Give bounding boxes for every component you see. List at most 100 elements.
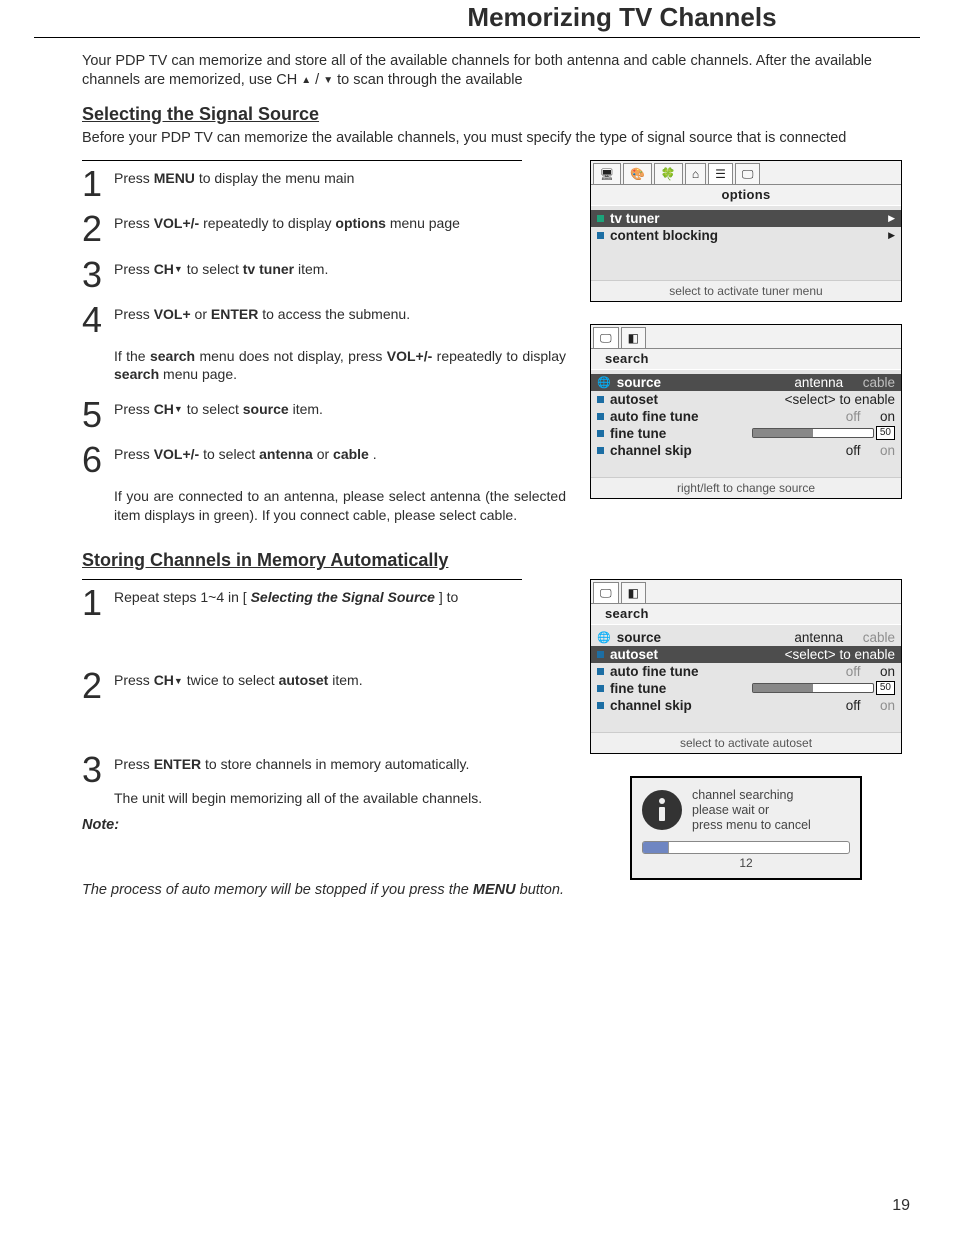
- ch-key: CH: [154, 261, 174, 277]
- osd-label: fine tune: [610, 426, 666, 441]
- slash: /: [315, 72, 323, 88]
- step-number: 3: [82, 260, 104, 290]
- right-triangle-icon: ▶: [888, 230, 895, 241]
- step-number: 5: [82, 400, 104, 430]
- osd-search-source: 🖵 ◧ search 🌐 source antenna cable autose…: [590, 324, 902, 499]
- step-number: 6: [82, 445, 104, 475]
- search-word: search: [150, 348, 195, 364]
- vol-key: VOL+/-: [154, 446, 200, 462]
- osd-value-on: on: [880, 698, 895, 713]
- t: or: [195, 306, 211, 322]
- ch-key: CH: [154, 401, 174, 417]
- t: Press: [114, 261, 154, 277]
- note-body: The process of auto memory will be stopp…: [82, 882, 872, 898]
- bullet-icon: [597, 232, 604, 239]
- t: to store channels in memory automaticall…: [205, 756, 469, 772]
- t: Press: [114, 446, 154, 462]
- tv-icon: 🖥: [600, 169, 614, 181]
- section1-heading: Selecting the Signal Source: [82, 104, 920, 125]
- down-triangle-icon: ▼: [174, 676, 183, 688]
- osd-row-source: 🌐 source antenna cable: [591, 629, 901, 646]
- intro-text-b: to scan through the available: [337, 72, 522, 88]
- osd-value-on: on: [880, 664, 895, 679]
- step-4: 4 Press VOL+ or ENTER to access the subm…: [82, 305, 566, 384]
- osd-label: tv tuner: [610, 211, 660, 226]
- progress-number: 12: [642, 856, 850, 870]
- progress-bar: [642, 841, 850, 854]
- step-2: 2 Press CH▼ twice to select autoset item…: [82, 671, 566, 701]
- vol-key: VOL+/-: [154, 215, 200, 231]
- bullet-icon: [597, 685, 604, 692]
- tv-tuner-word: tv tuner: [243, 261, 294, 277]
- t: Repeat steps 1~4 in [: [114, 589, 247, 605]
- autoset-word: autoset: [279, 672, 329, 688]
- osd-value-cable: cable: [863, 375, 895, 390]
- page-title: Memorizing TV Channels: [34, 2, 920, 33]
- bullet-icon: [597, 413, 604, 420]
- page-number: 19: [892, 1197, 910, 1215]
- osd-tab-icon: 🖵: [593, 327, 619, 348]
- osd-row-autoset: autoset <select> to enable: [591, 646, 901, 663]
- t: menu does not display, press: [199, 348, 386, 364]
- osd-caption: options: [591, 185, 901, 206]
- osd-row-source: 🌐 source antenna cable: [591, 374, 901, 391]
- osd-tab-strip: 🖥 🎨 🍀 ⌂ ☰ 🖵: [591, 161, 901, 185]
- t: Press: [114, 672, 154, 688]
- down-triangle-icon: ▼: [174, 404, 183, 416]
- source-word: source: [243, 401, 289, 417]
- osd-value: <select> to enable: [785, 647, 895, 662]
- t: If the: [114, 348, 150, 364]
- down-triangle-icon: ▼: [174, 264, 183, 276]
- t: to display the menu main: [199, 170, 355, 186]
- bullet-icon: [597, 668, 604, 675]
- up-triangle-icon: ▲: [301, 74, 311, 87]
- popup-line: press menu to cancel: [692, 818, 811, 833]
- osd-hint: select to activate autoset: [591, 732, 901, 753]
- osd-tab-icon: ◧: [621, 327, 646, 348]
- osd-label: channel skip: [610, 443, 692, 458]
- osd-label: auto fine tune: [610, 409, 699, 424]
- bullet-icon: [597, 702, 604, 709]
- t: button.: [520, 882, 564, 898]
- osd-hint: right/left to change source: [591, 477, 901, 498]
- t: repeatedly to display: [203, 215, 335, 231]
- osd-tab-strip: 🖵 ◧: [591, 580, 901, 604]
- slider-badge: 50: [876, 426, 895, 440]
- step-3: 3 Press CH▼ to select tv tuner item.: [82, 260, 566, 290]
- step-number: 1: [82, 588, 104, 618]
- osd-caption: search: [591, 604, 901, 625]
- osd-row-tv-tuner: tv tuner ▶: [591, 210, 901, 227]
- bullet-icon: [597, 396, 604, 403]
- osd-tab-icon: 🎨: [623, 163, 652, 184]
- osd-label: autoset: [610, 647, 658, 662]
- t: Press: [114, 401, 154, 417]
- right-triangle-icon: ▶: [888, 213, 895, 224]
- osd-tab-icon: 🖵: [735, 163, 761, 184]
- step-2: 2 Press VOL+/- repeatedly to display opt…: [82, 214, 566, 244]
- osd-tab-strip: 🖵 ◧: [591, 325, 901, 349]
- osd-row-auto-fine-tune: auto fine tune off on: [591, 408, 901, 425]
- t: The process of auto memory will be stopp…: [82, 882, 473, 898]
- bullet-icon: [597, 215, 604, 222]
- steps-rule: [82, 579, 522, 580]
- section2-steps-column: 1 Repeat steps 1~4 in [ Selecting the Si…: [82, 579, 566, 880]
- osd-row-autoset: autoset <select> to enable: [591, 391, 901, 408]
- search-word: search: [114, 366, 159, 382]
- step3-extra: The unit will begin memorizing all of th…: [114, 789, 566, 807]
- section1-steps-column: 1 Press MENU to display the menu main 2 …: [82, 160, 566, 540]
- menu-key: MENU: [154, 170, 195, 186]
- step6-extra: If you are connected to an antenna, plea…: [114, 487, 566, 523]
- t: menu page: [390, 215, 460, 231]
- t: ] to: [439, 589, 458, 605]
- t: item.: [332, 672, 362, 688]
- enter-key: ENTER: [211, 306, 258, 322]
- osd-row-channel-skip: channel skip off on: [591, 442, 901, 459]
- t: item.: [293, 401, 323, 417]
- popup-line: channel searching: [692, 788, 811, 803]
- osd-value-on: on: [880, 443, 895, 458]
- osd-label: source: [617, 630, 661, 645]
- step-number: 3: [82, 755, 104, 785]
- t: to select: [187, 401, 243, 417]
- osd-value-off: off: [846, 443, 861, 458]
- osd-value: <select> to enable: [785, 392, 895, 407]
